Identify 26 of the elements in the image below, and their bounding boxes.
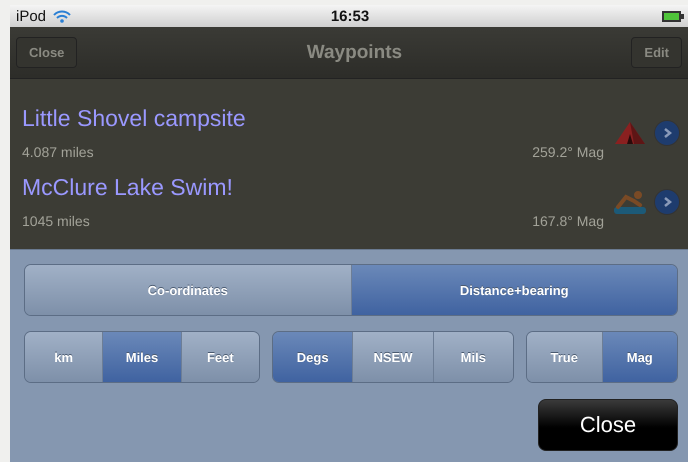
segment-option[interactable]: km	[25, 332, 104, 382]
distance-label: 1045 miles	[22, 213, 90, 229]
segment-option[interactable]: NSEW	[353, 332, 434, 382]
bearing-label: 259.2° Mag	[532, 144, 604, 160]
carrier-label: iPod	[16, 8, 46, 24]
segment-option[interactable]: Co-ordinates	[25, 265, 352, 315]
segment-option[interactable]: Miles	[103, 332, 182, 382]
segment-option[interactable]: Mils	[434, 332, 513, 382]
waypoint-name: Little Shovel campsite	[22, 105, 247, 132]
bearing-label: 167.8° Mag	[532, 213, 604, 229]
close-button[interactable]: Close	[538, 399, 678, 451]
close-button[interactable]: Close	[16, 37, 78, 68]
wifi-icon	[52, 9, 72, 23]
detail-disclosure-button[interactable]	[654, 188, 680, 214]
edit-button[interactable]: Edit	[631, 37, 682, 68]
segment-option[interactable]: Feet	[182, 332, 259, 382]
waypoint-name: McClure Lake Swim!	[22, 174, 234, 201]
segment-option[interactable]: True	[527, 332, 602, 382]
segment-option[interactable]: Degs	[273, 332, 354, 382]
nav-title: Waypoints	[306, 42, 402, 64]
segment-option[interactable]: Distance+bearing	[352, 265, 677, 315]
distance-label: 4.087 miles	[22, 144, 94, 160]
clock-time: 16:53	[330, 8, 370, 24]
battery-icon	[662, 10, 684, 22]
segment-option[interactable]: Mag	[602, 332, 677, 382]
detail-disclosure-button[interactable]	[654, 120, 680, 146]
